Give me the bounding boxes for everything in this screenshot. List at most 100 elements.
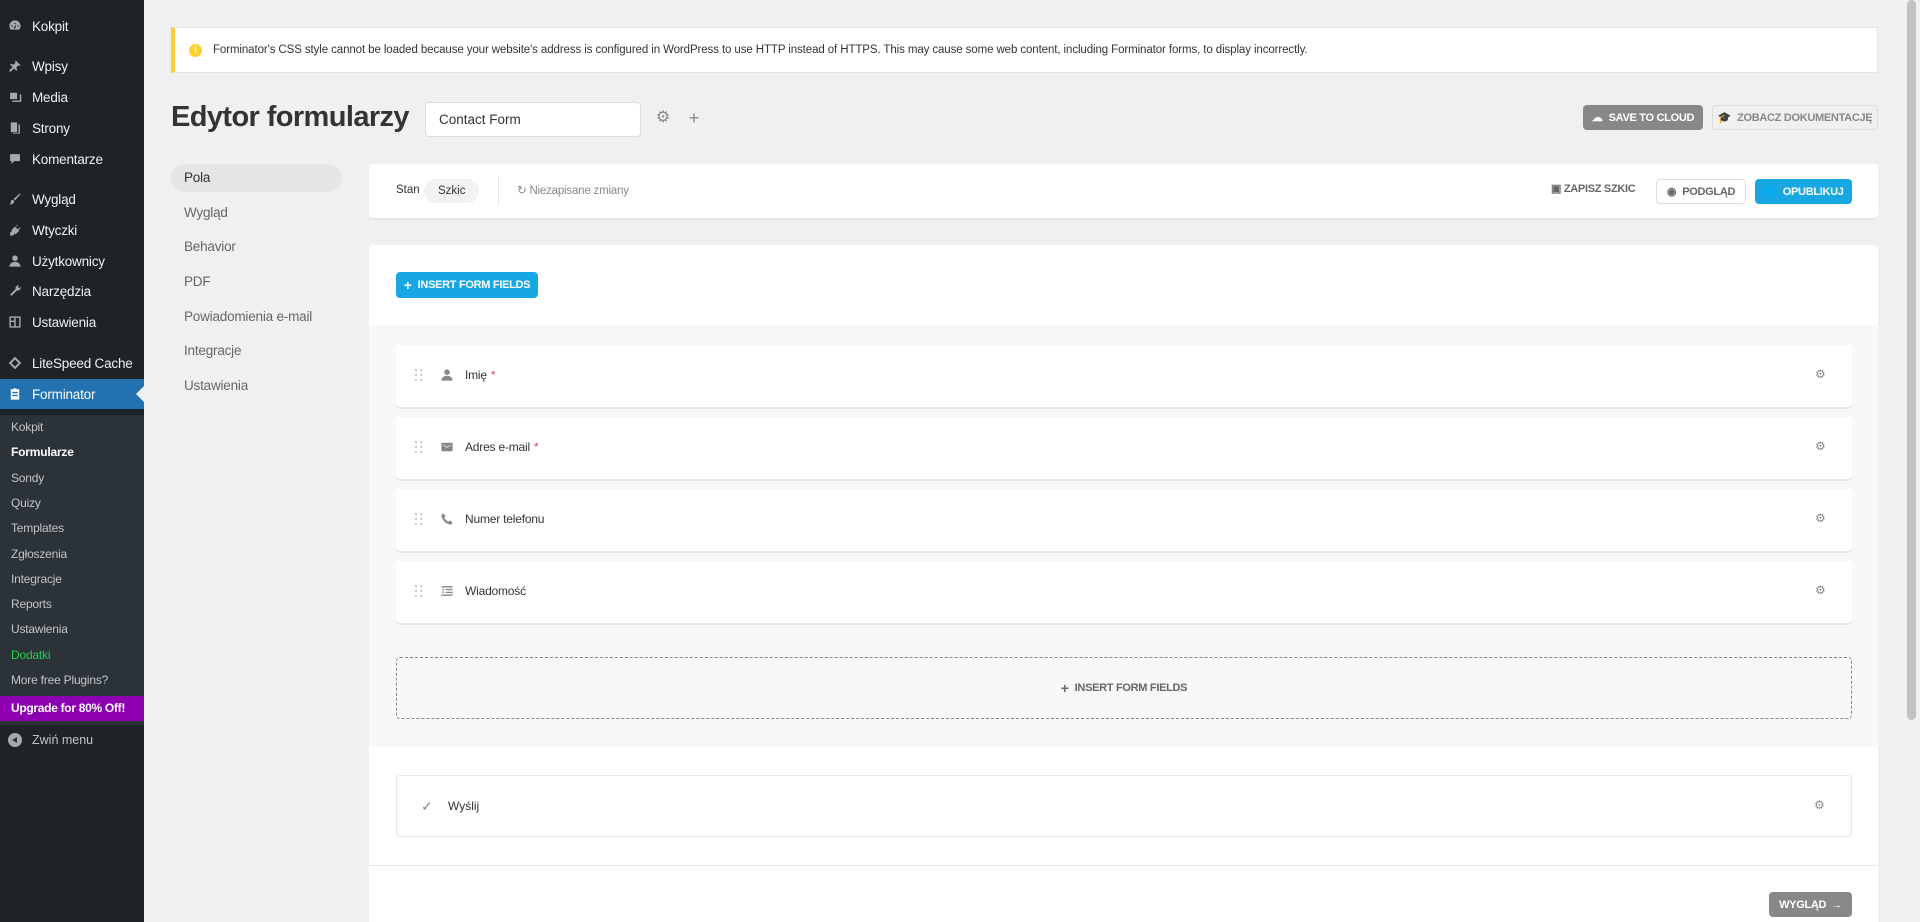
drag-handle-icon[interactable] [415, 369, 423, 383]
sidebar-item-label: Wtyczki [32, 222, 78, 238]
gear-icon[interactable]: ⚙ [1815, 368, 1827, 380]
gear-icon[interactable]: ⚙ [1815, 512, 1827, 524]
floppy-icon: ▣ [1551, 183, 1562, 195]
sidebar-item-media[interactable]: Media [0, 83, 144, 111]
preview-button[interactable]: ◉ PODGLĄD [1656, 179, 1746, 204]
sidebar-item-wtyczki[interactable]: Wtyczki [0, 216, 144, 244]
status-label: Stan [396, 184, 420, 196]
field-row-email[interactable]: Adres e-mail * ⚙ [396, 417, 1852, 479]
gear-icon[interactable]: ⚙ [655, 110, 671, 126]
tab-integracje[interactable]: Integracje [171, 337, 342, 365]
insert-form-fields-dropzone[interactable]: + INSERT FORM FIELDS [396, 657, 1852, 719]
required-marker: * [490, 368, 496, 382]
page-title: Edytor formularzy [171, 101, 410, 133]
globe-icon: 🌐 [1763, 186, 1777, 198]
drag-handle-icon[interactable] [415, 513, 423, 527]
gear-icon[interactable]: ⚙ [1815, 584, 1827, 596]
upgrade-link[interactable]: Upgrade for 80% Off! [0, 696, 144, 721]
submenu-item-quizy[interactable]: Quizy [11, 496, 41, 510]
media-icon [8, 90, 22, 104]
submenu-item-dodatki[interactable]: Dodatki [11, 648, 50, 662]
next-appearance-button[interactable]: WYGLĄD → [1769, 892, 1852, 917]
gear-icon[interactable]: ⚙ [1814, 799, 1826, 811]
sidebar-item-uzytkownicy[interactable]: Użytkownicy [0, 247, 144, 275]
sidebar-item-litespeed[interactable]: LiteSpeed Cache [0, 349, 144, 377]
collapse-menu-button[interactable]: Zwiń menu [0, 728, 144, 752]
collapse-label: Zwiń menu [32, 733, 94, 747]
graduation-cap-icon: 🎓 [1717, 112, 1732, 124]
sidebar-item-label: Media [32, 89, 68, 105]
save-to-cloud-button[interactable]: ☁ SAVE TO CLOUD [1583, 105, 1703, 130]
tab-ustawienia[interactable]: Ustawienia [171, 372, 342, 400]
forminator-submenu: Kokpit Formularze Sondy Quizy Templates … [0, 415, 144, 725]
next-label: WYGLĄD [1779, 898, 1827, 911]
field-label: Wiadomość [465, 584, 526, 598]
checkmark-icon: ✓ [421, 798, 433, 814]
sidebar-item-wpisy[interactable]: Wpisy [0, 52, 144, 80]
sidebar-item-narzedzia[interactable]: Narzędzia [0, 277, 144, 305]
plus-icon: + [1060, 680, 1069, 696]
gear-icon[interactable]: ⚙ [1815, 440, 1827, 452]
submenu-item-reports[interactable]: Reports [11, 597, 52, 611]
comment-icon [8, 152, 22, 166]
pages-icon [8, 121, 22, 135]
tab-pola[interactable]: Pola [171, 164, 342, 192]
sidebar-item-forminator[interactable]: Forminator [0, 379, 144, 409]
field-row-imie[interactable]: Imię * ⚙ [396, 345, 1852, 407]
sidebar-item-label: LiteSpeed Cache [32, 355, 133, 371]
insert-form-fields-button[interactable]: + INSERT FORM FIELDS [396, 272, 538, 298]
submenu-item-more-plugins[interactable]: More free Plugins? [11, 673, 108, 687]
scroll-thumb[interactable] [1907, 0, 1916, 720]
docs-label: ZOBACZ DOKUMENTACJĘ [1737, 111, 1873, 124]
sidebar-item-label: Wygląd [32, 191, 76, 207]
sidebar-item-komentarze[interactable]: Komentarze [0, 145, 144, 173]
collapse-icon [8, 733, 22, 747]
insert-label: INSERT FORM FIELDS [417, 279, 531, 291]
save-draft-button[interactable]: ▣ ZAPISZ SZKIC [1551, 182, 1636, 195]
sidebar-item-strony[interactable]: Strony [0, 114, 144, 142]
forminator-icon [8, 387, 22, 401]
sidebar-item-label: Komentarze [32, 151, 103, 167]
docs-button[interactable]: 🎓 ZOBACZ DOKUMENTACJĘ [1712, 105, 1878, 130]
submenu-item-sondy[interactable]: Sondy [11, 471, 44, 485]
warning-icon: ! [189, 43, 202, 57]
eye-icon: ◉ [1666, 186, 1677, 198]
sidebar-item-ustawienia[interactable]: Ustawienia [0, 308, 144, 336]
sidebar-item-label: Użytkownicy [32, 253, 105, 269]
sidebar-item-kokpit[interactable]: Kokpit [0, 12, 144, 40]
submenu-item-ustawienia[interactable]: Ustawienia [11, 622, 68, 636]
field-label: Adres e-mail * [465, 440, 539, 454]
submenu-item-zgloszenia[interactable]: Zgłoszenia [11, 547, 67, 561]
unsaved-label: Niezapisane zmiany [529, 185, 629, 197]
plus-icon[interactable]: + [686, 109, 702, 127]
dashboard-icon [8, 19, 22, 33]
save-draft-label: ZAPISZ SZKIC [1563, 183, 1636, 195]
drag-handle-icon[interactable] [415, 441, 423, 455]
admin-sidebar: Kokpit Wpisy Media Strony Komentarze Wyg… [0, 0, 144, 922]
form-builder: + INSERT FORM FIELDS Imię * ⚙ Adres e-mai… [369, 245, 1878, 922]
field-label: Numer telefonu [465, 512, 545, 526]
submenu-item-templates[interactable]: Templates [11, 521, 64, 535]
tab-behavior[interactable]: Behavior [171, 233, 342, 261]
sidebar-item-wyglad[interactable]: Wygląd [0, 185, 144, 213]
textarea-icon [439, 583, 455, 599]
page-scrollbar[interactable] [1903, 0, 1920, 922]
divider [369, 865, 1878, 866]
tab-powiadomienia[interactable]: Powiadomienia e-mail [171, 303, 342, 331]
settings-icon [8, 315, 22, 329]
tab-pdf[interactable]: PDF [171, 268, 342, 296]
status-badge: Szkic [424, 179, 480, 203]
status-bar: Stan Szkic ↻ Niezapisane zmiany ▣ ZAPISZ… [369, 164, 1878, 218]
save-cloud-label: SAVE TO CLOUD [1608, 111, 1695, 124]
submenu-item-integracje[interactable]: Integracje [11, 572, 62, 586]
field-row-message[interactable]: Wiadomość ⚙ [396, 561, 1852, 623]
form-name-input[interactable] [425, 102, 641, 137]
submenu-item-kokpit[interactable]: Kokpit [11, 420, 43, 434]
cloud-icon: ☁ [1591, 112, 1603, 124]
tab-wyglad[interactable]: Wygląd [171, 199, 342, 227]
submenu-item-formularze[interactable]: Formularze [11, 445, 74, 459]
submit-button-row[interactable]: ✓ Wyślij ⚙ [396, 775, 1852, 837]
drag-handle-icon[interactable] [415, 585, 423, 599]
publish-button[interactable]: 🌐 OPUBLIKUJ [1755, 179, 1852, 204]
field-row-phone[interactable]: Numer telefonu ⚙ [396, 489, 1852, 551]
